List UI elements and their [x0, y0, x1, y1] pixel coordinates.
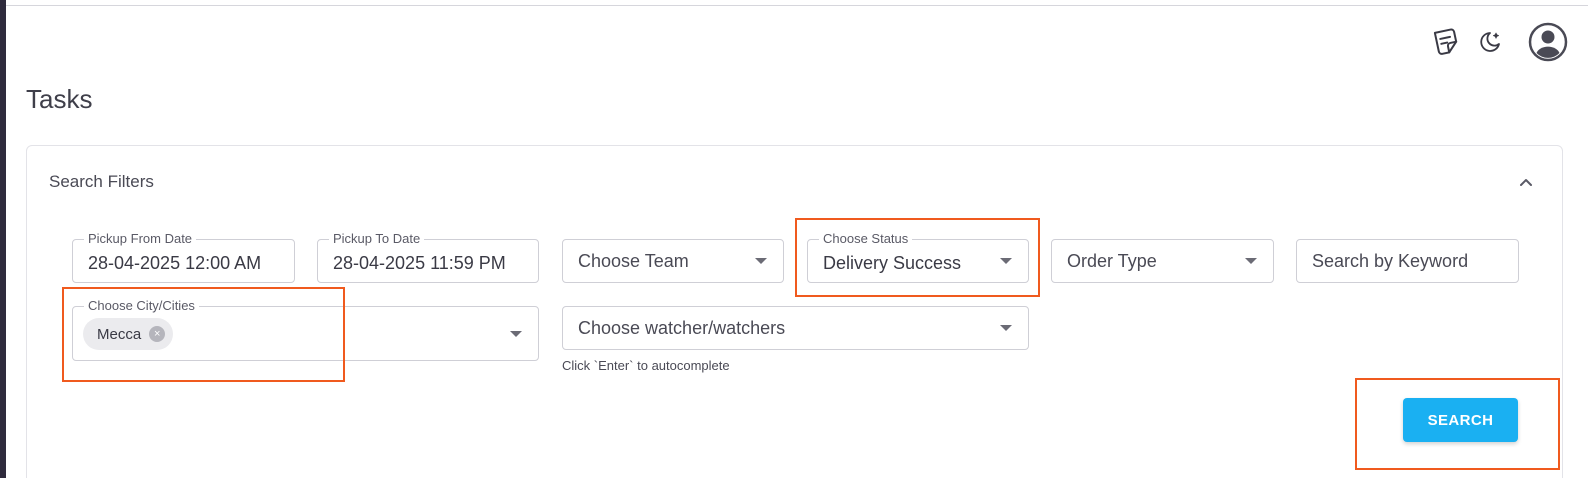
pickup-from-date-field[interactable]: Pickup From Date 28-04-2025 12:00 AM [72, 232, 295, 283]
search-filters-title: Search Filters [49, 172, 154, 191]
chip-remove-icon[interactable]: × [149, 326, 166, 342]
choose-city-select[interactable]: Choose City/Cities Mecca × [72, 299, 539, 361]
choose-city-label: Choose City/Cities [84, 299, 199, 313]
search-filters-card: Search Filters Pickup From Date 28-04-20… [26, 145, 1563, 478]
dropdown-arrow-icon [1245, 258, 1257, 264]
page-title: Tasks [26, 84, 93, 114]
dark-mode-icon[interactable] [1476, 28, 1504, 56]
choose-status-value: Delivery Success [823, 252, 962, 273]
collapse-button[interactable] [1516, 172, 1536, 192]
dropdown-arrow-icon [755, 258, 767, 264]
order-type-placeholder: Order Type [1067, 250, 1157, 271]
search-button[interactable]: SEARCH [1403, 398, 1518, 442]
notes-icon[interactable] [1426, 23, 1464, 61]
pickup-to-date-value: 28-04-2025 11:59 PM [333, 252, 506, 273]
dropdown-arrow-icon [1000, 258, 1012, 264]
choose-team-placeholder: Choose Team [578, 250, 689, 271]
chevron-up-icon [1520, 179, 1532, 186]
choose-watchers-select[interactable]: Choose watcher/watchers [562, 306, 1029, 350]
dropdown-arrow-icon [1000, 325, 1012, 331]
choose-status-select[interactable]: Choose Status Delivery Success [807, 232, 1029, 283]
choose-watchers-placeholder: Choose watcher/watchers [578, 317, 786, 338]
user-avatar-icon[interactable] [1528, 22, 1568, 62]
keyword-search-input[interactable]: Search by Keyword [1296, 239, 1519, 283]
keyword-search-placeholder: Search by Keyword [1312, 250, 1469, 271]
city-chip-label: Mecca [97, 325, 142, 343]
watchers-helper-text: Click `Enter` to autocomplete [562, 358, 730, 373]
left-rail [0, 0, 6, 478]
dropdown-arrow-icon [510, 330, 522, 337]
pickup-from-date-value: 28-04-2025 12:00 AM [88, 252, 262, 273]
pickup-to-date-field[interactable]: Pickup To Date 28-04-2025 11:59 PM [317, 232, 539, 283]
top-divider [6, 5, 1588, 6]
choose-team-select[interactable]: Choose Team [562, 239, 784, 283]
header-actions [1426, 22, 1568, 62]
city-chip: Mecca × [83, 318, 174, 350]
order-type-select[interactable]: Order Type [1051, 239, 1274, 283]
